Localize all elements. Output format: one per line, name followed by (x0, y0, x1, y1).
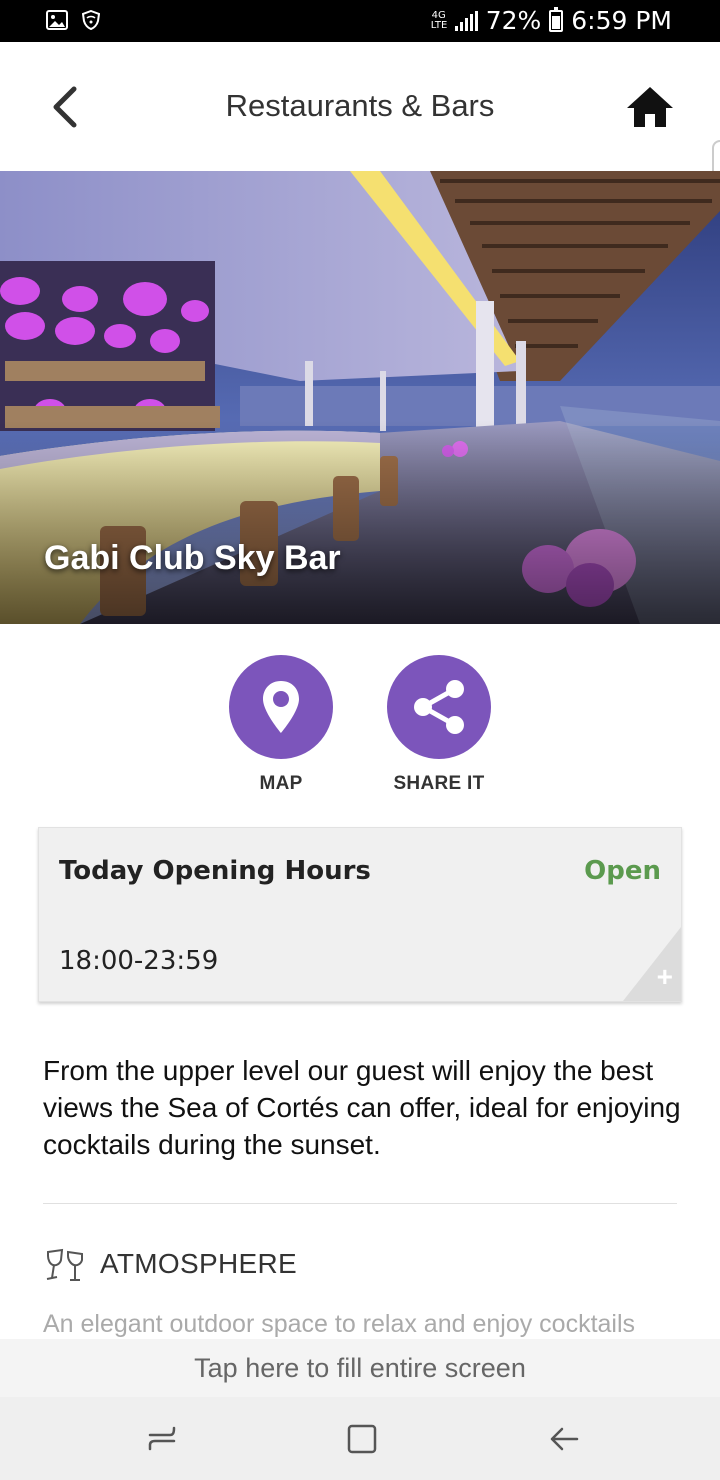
home-button[interactable] (620, 80, 680, 134)
recent-apps-button[interactable] (140, 1417, 184, 1461)
plus-icon[interactable]: + (657, 963, 673, 991)
share-label: SHARE IT (393, 773, 485, 794)
recent-apps-icon (148, 1426, 176, 1451)
action-buttons: MAP SHARE IT (0, 655, 720, 805)
map-button[interactable]: MAP (206, 655, 356, 795)
share-button-circle[interactable] (387, 655, 491, 759)
atmosphere-heading: ATMOSPHERE (44, 1246, 297, 1282)
clock: 6:59 PM (571, 6, 672, 35)
map-pin-icon (263, 681, 299, 733)
atmosphere-text: An elegant outdoor space to relax and en… (43, 1310, 636, 1338)
open-status-badge: Open (584, 856, 661, 886)
wine-glasses-icon (46, 1248, 83, 1281)
lte-indicator: 4G LTE (430, 9, 448, 31)
share-icon (414, 680, 464, 734)
page-title: Restaurants & Bars (225, 88, 495, 123)
map-button-circle[interactable] (229, 655, 333, 759)
map-label: MAP (259, 773, 303, 794)
atmosphere-title: ATMOSPHERE (100, 1248, 297, 1279)
battery-icon (549, 6, 564, 32)
opening-hours-time: 18:00-23:59 (59, 946, 219, 976)
venue-name: Gabi Club Sky Bar (44, 539, 341, 577)
back-nav-button[interactable] (542, 1417, 586, 1461)
battery-percent: 72% (485, 6, 542, 35)
venue-description: From the upper level our guest will enjo… (43, 1055, 681, 1160)
status-bar: 4G LTE 72% 6:59 PM (0, 0, 720, 42)
home-nav-button[interactable] (340, 1417, 384, 1461)
share-button[interactable]: SHARE IT (364, 655, 514, 795)
back-arrow-icon (550, 1427, 579, 1451)
signal-icon (454, 10, 478, 31)
vpn-shield-icon (81, 9, 104, 31)
gallery-icon (46, 10, 68, 30)
app-header: Restaurants & Bars (0, 42, 720, 171)
home-icon (627, 87, 673, 127)
system-nav-bar (0, 1397, 720, 1480)
opening-hours-title: Today Opening Hours (59, 856, 371, 886)
fill-screen-button[interactable]: Tap here to fill entire screen (0, 1339, 720, 1397)
opening-hours-card[interactable]: Today Opening Hours Open 18:00-23:59 + (38, 827, 682, 1002)
hero-image: Gabi Club Sky Bar (0, 171, 720, 624)
divider (43, 1203, 677, 1204)
home-square-icon (347, 1424, 377, 1454)
